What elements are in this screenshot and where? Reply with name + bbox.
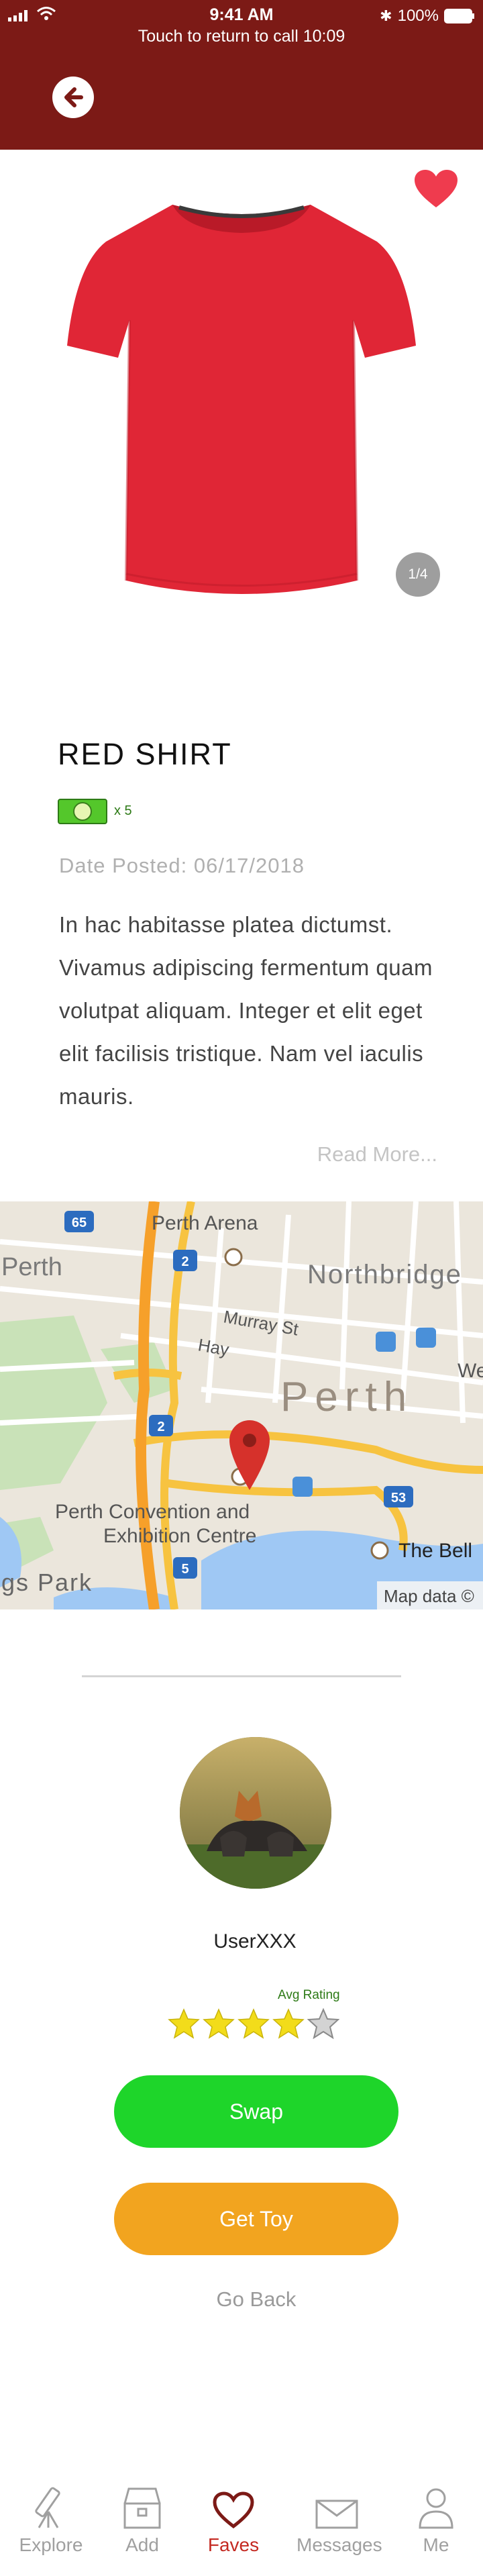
star-filled-icon xyxy=(203,2008,235,2039)
star-filled-icon xyxy=(272,2008,305,2039)
toy-box-icon xyxy=(123,2487,161,2529)
back-button[interactable] xyxy=(52,77,94,118)
tab-bar: Explore Add Faves Messages Me xyxy=(0,2477,483,2576)
tab-messages[interactable]: Messages xyxy=(297,2477,382,2556)
go-back-link[interactable]: Go Back xyxy=(0,2287,483,2312)
tab-label: Messages xyxy=(297,2534,382,2555)
star-filled-icon xyxy=(237,2008,270,2039)
envelope-icon xyxy=(315,2499,358,2529)
product-description: In hac habitasse platea dictumst. Vivamu… xyxy=(59,912,433,1109)
battery-percent: 100% xyxy=(397,7,439,25)
star-empty-icon xyxy=(307,2008,339,2039)
tab-label: Add xyxy=(125,2534,159,2555)
battery-icon xyxy=(444,9,474,23)
location-map[interactable]: 65 2 2 53 5 Perth Arena Perth Northbridg… xyxy=(0,1201,483,1609)
call-banner[interactable]: Touch to return to call 10:09 xyxy=(0,27,483,46)
get-toy-button[interactable]: Get Toy xyxy=(114,2183,398,2255)
tab-faves[interactable]: Faves xyxy=(193,2477,274,2556)
user-icon xyxy=(419,2488,453,2529)
red-shirt-image xyxy=(67,205,416,594)
map-label: Exhibition Centre xyxy=(103,1525,256,1547)
telescope-icon xyxy=(35,2487,60,2528)
avg-rating-label: Avg Rating xyxy=(278,1988,340,2002)
map-label: Northbridge xyxy=(307,1260,462,1289)
product-title: RED SHIRT xyxy=(58,737,232,771)
date-posted: Date Posted: 06/17/2018 xyxy=(59,854,305,877)
map-label: Perth Convention and xyxy=(55,1501,250,1523)
swap-button[interactable]: Swap xyxy=(114,2075,398,2148)
avatar[interactable] xyxy=(180,1737,331,1889)
coin-count: x 5 xyxy=(114,803,132,818)
map-label: We xyxy=(458,1360,483,1382)
rating-stars xyxy=(168,2008,339,2039)
bluetooth-icon: ✱ xyxy=(380,7,392,24)
product-image-carousel[interactable]: 1/4 xyxy=(0,150,483,620)
heart-icon xyxy=(213,2491,254,2529)
arrow-left-icon xyxy=(64,87,83,107)
map-label: The Bell xyxy=(398,1540,472,1562)
tab-label: Faves xyxy=(207,2534,260,2555)
shield-label: 2 xyxy=(181,1254,189,1269)
tab-add[interactable]: Add xyxy=(102,2477,182,2556)
map-label: gs Park xyxy=(1,1569,93,1596)
map-label: Perth xyxy=(1,1253,62,1281)
map-label: Perth xyxy=(280,1374,413,1420)
shield-label: 2 xyxy=(157,1420,164,1434)
status-bar: 9:41 AM ✱ 100% Touch to return to call 1… xyxy=(0,0,483,52)
tab-label: Explore xyxy=(19,2534,83,2555)
tab-label: Me xyxy=(423,2534,449,2555)
map-canvas: 65 2 2 53 5 Perth Arena Perth Northbridg… xyxy=(0,1201,483,1609)
shield-label: 53 xyxy=(391,1491,406,1505)
read-more-link[interactable]: Read More... xyxy=(317,1142,437,1167)
fox-avatar-image xyxy=(180,1737,331,1889)
header-bar xyxy=(0,52,483,150)
map-label: Perth Arena xyxy=(152,1212,258,1234)
image-page-indicator: 1/4 xyxy=(396,552,440,597)
star-filled-icon xyxy=(168,2008,200,2039)
shield-label: 65 xyxy=(72,1216,87,1230)
tab-explore[interactable]: Explore xyxy=(11,2477,91,2556)
shield-label: 5 xyxy=(181,1562,189,1577)
map-attribution: Map data © xyxy=(384,1586,474,1606)
tab-me[interactable]: Me xyxy=(396,2477,476,2556)
username: UserXXX xyxy=(213,1930,297,1952)
section-divider xyxy=(82,1675,401,1677)
coin-icon xyxy=(58,799,107,824)
